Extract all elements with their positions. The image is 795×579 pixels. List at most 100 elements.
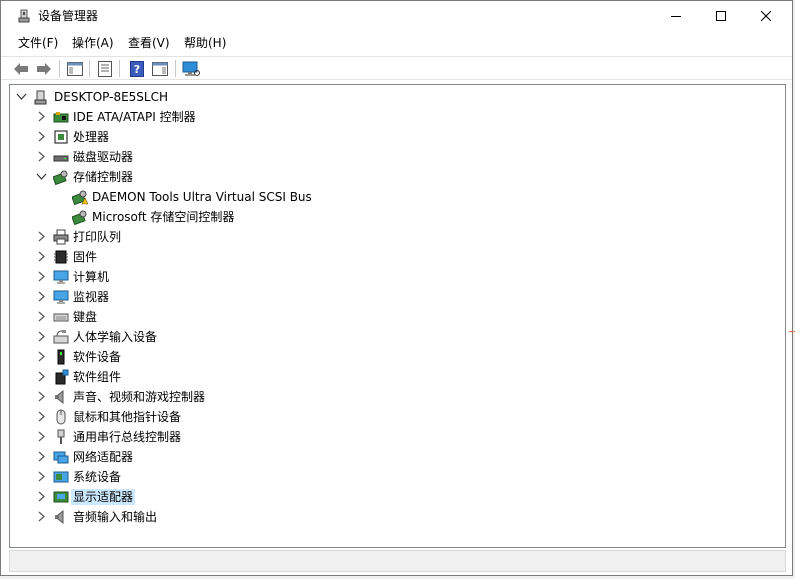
tree-label: 系统设备 xyxy=(73,470,122,484)
device-tree[interactable]: DESKTOP-8E5SLCH IDE ATA/ATAPI 控制器 处理器 磁盘驱动… xyxy=(9,84,786,548)
menu-file[interactable]: 文件(F) xyxy=(18,36,58,50)
chevron-right-icon[interactable] xyxy=(36,131,47,142)
tree-label: 人体学输入设备 xyxy=(73,330,158,344)
toolbar-separator xyxy=(59,60,60,77)
menu-help[interactable]: 帮助(H) xyxy=(184,36,226,50)
chevron-down-icon[interactable] xyxy=(36,171,47,182)
close-button[interactable] xyxy=(743,1,789,31)
action-pane-button[interactable] xyxy=(150,59,170,79)
hid-icon xyxy=(53,330,69,344)
usb-icon xyxy=(57,429,65,444)
tree-label: 存储控制器 xyxy=(73,170,134,184)
chevron-down-icon[interactable] xyxy=(16,91,27,102)
chevron-right-icon[interactable] xyxy=(36,431,47,442)
toolbar-separator xyxy=(89,60,90,77)
tree-label: 软件组件 xyxy=(73,370,122,384)
tree-node[interactable]: 固件 xyxy=(10,247,410,267)
scan-hardware-icon xyxy=(182,61,200,76)
disk-drive-icon xyxy=(53,155,69,162)
chevron-right-icon[interactable] xyxy=(36,151,47,162)
tree-node[interactable]: 磁盘驱动器 xyxy=(10,147,410,167)
help-button[interactable]: ? xyxy=(127,59,147,79)
show-hide-console-tree-button[interactable] xyxy=(65,59,85,79)
device-manager-app-icon xyxy=(18,9,30,23)
toolbar-separator xyxy=(175,60,176,77)
close-icon xyxy=(761,11,771,21)
processor-icon xyxy=(54,130,68,144)
keyboard-icon xyxy=(53,313,69,322)
help-icon: ? xyxy=(130,61,144,77)
arrow-left-icon xyxy=(14,63,28,75)
chevron-right-icon[interactable] xyxy=(36,291,47,302)
chevron-right-icon[interactable] xyxy=(36,231,47,242)
software-component-icon xyxy=(55,369,69,385)
tree-label: 通用串行总线控制器 xyxy=(73,430,182,444)
tree-child-node[interactable]: DAEMON Tools Ultra Virtual SCSI Bus xyxy=(10,187,510,207)
tree-node[interactable]: 声音、视频和游戏控制器 xyxy=(10,387,410,407)
tree-node[interactable]: 软件设备 xyxy=(10,347,410,367)
tree-node[interactable]: 音频输入和输出 xyxy=(10,507,410,527)
chevron-right-icon[interactable] xyxy=(36,311,47,322)
firmware-icon xyxy=(54,250,68,264)
tree-node[interactable]: 软件组件 xyxy=(10,367,410,387)
tree-label: 网络适配器 xyxy=(73,450,134,464)
tree-node[interactable]: 计算机 xyxy=(10,267,410,287)
tree-node[interactable]: 监视器 xyxy=(10,287,410,307)
tree-node[interactable]: 打印队列 xyxy=(10,227,410,247)
menu-view[interactable]: 查看(V) xyxy=(128,36,170,50)
chevron-right-icon[interactable] xyxy=(36,331,47,342)
tree-node[interactable]: 存储控制器 xyxy=(10,167,410,187)
minimize-button[interactable] xyxy=(653,1,699,31)
tree-label: 鼠标和其他指针设备 xyxy=(73,410,182,424)
chevron-right-icon[interactable] xyxy=(36,451,47,462)
tree-label: 固件 xyxy=(73,250,98,264)
chevron-right-icon[interactable] xyxy=(36,351,47,362)
forward-button[interactable] xyxy=(34,59,54,79)
chevron-right-icon[interactable] xyxy=(36,511,47,522)
chevron-right-icon[interactable] xyxy=(36,371,47,382)
device-manager-window: 设备管理器 文件(F) 操作(A) 查看(V) 帮助(H) ? DESKTOP-… xyxy=(0,0,793,576)
title-bar[interactable]: 设备管理器 xyxy=(1,1,792,31)
tree-node[interactable]: 人体学输入设备 xyxy=(10,327,410,347)
tree-node[interactable]: 通用串行总线控制器 xyxy=(10,427,410,447)
chevron-right-icon[interactable] xyxy=(36,411,47,422)
chevron-right-icon[interactable] xyxy=(36,251,47,262)
chevron-right-icon[interactable] xyxy=(36,271,47,282)
tree-label: 软件设备 xyxy=(73,350,122,364)
console-tree-icon xyxy=(67,62,83,76)
chevron-right-icon[interactable] xyxy=(36,471,47,482)
tree-label: 计算机 xyxy=(73,270,110,284)
svg-text:?: ? xyxy=(134,63,140,76)
tree-node[interactable]: 鼠标和其他指针设备 xyxy=(10,407,410,427)
tree-child-node[interactable]: Microsoft 存储空间控制器 xyxy=(10,207,510,227)
properties-button[interactable] xyxy=(95,59,115,79)
tree-label: DAEMON Tools Ultra Virtual SCSI Bus xyxy=(92,190,312,204)
scan-hardware-button[interactable] xyxy=(181,59,201,79)
properties-icon xyxy=(98,61,112,77)
chevron-right-icon[interactable] xyxy=(36,111,47,122)
chevron-right-icon[interactable] xyxy=(36,491,47,502)
toolbar: ? xyxy=(1,56,792,80)
display-adapter-icon xyxy=(53,491,69,503)
storage-controller-icon xyxy=(53,170,68,185)
menu-action[interactable]: 操作(A) xyxy=(72,36,114,50)
network-adapter-icon xyxy=(53,451,69,464)
maximize-button[interactable] xyxy=(698,1,744,31)
tree-label: 音频输入和输出 xyxy=(73,510,158,524)
tree-node[interactable]: IDE ATA/ATAPI 控制器 xyxy=(10,107,410,127)
back-button[interactable] xyxy=(11,59,31,79)
tree-node[interactable]: 显示适配器 xyxy=(10,487,410,507)
tree-node[interactable]: 网络适配器 xyxy=(10,447,410,467)
computer-icon xyxy=(34,90,47,105)
tree-label: 打印队列 xyxy=(73,230,122,244)
computer-monitor-icon xyxy=(53,270,69,284)
tree-label: 键盘 xyxy=(73,310,98,324)
printer-icon xyxy=(53,229,69,245)
tree-node[interactable]: 系统设备 xyxy=(10,467,410,487)
tree-node[interactable]: 键盘 xyxy=(10,307,410,327)
software-device-icon xyxy=(57,349,65,365)
chevron-right-icon[interactable] xyxy=(36,391,47,402)
tree-node[interactable]: 处理器 xyxy=(10,127,410,147)
tree-root[interactable]: DESKTOP-8E5SLCH xyxy=(10,87,410,107)
maximize-icon xyxy=(716,11,726,21)
